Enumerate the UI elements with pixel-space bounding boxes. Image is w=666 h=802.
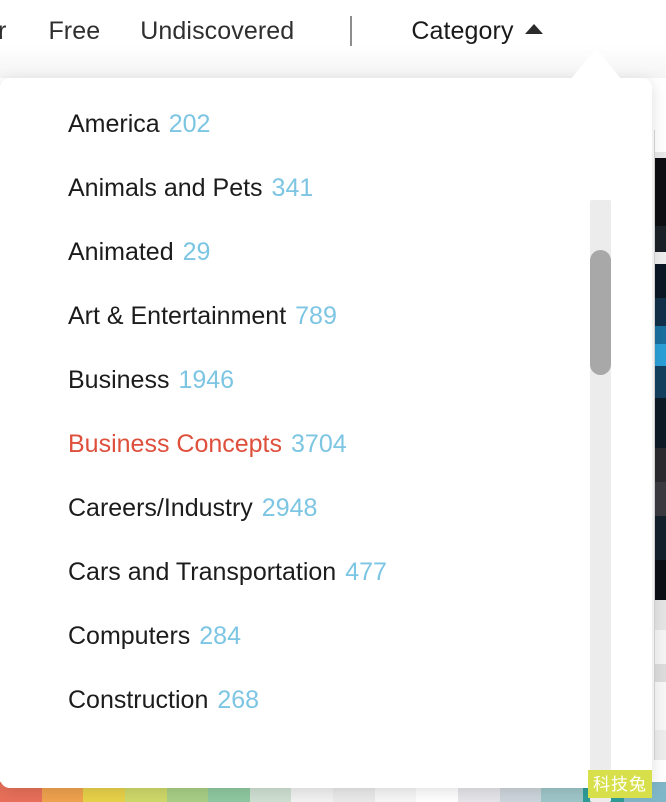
category-item-label: Business: [68, 365, 170, 394]
category-item-label: Art & Entertainment: [68, 301, 287, 330]
background-strip-divider: [654, 130, 655, 760]
category-dropdown-panel: America 202 Animals and Pets 341 Animated 29 A…: [0, 78, 652, 802]
tab-divider: [350, 16, 353, 46]
watermark-text: 科技兔: [593, 774, 647, 794]
category-list-item[interactable]: Animated 29: [0, 220, 652, 284]
category-list-item[interactable]: Computers 284: [0, 604, 652, 668]
filter-tab-category[interactable]: Category: [411, 16, 543, 45]
filter-tab-ar[interactable]: ar: [0, 18, 6, 44]
dropdown-notch-icon: [571, 48, 621, 79]
category-list-item[interactable]: America 202: [0, 92, 652, 156]
category-item-count: 3704: [291, 429, 347, 458]
category-item-label: Animals and Pets: [68, 173, 263, 202]
category-item-count: 1946: [178, 365, 235, 394]
background-thumbnail-strip: [654, 130, 666, 760]
category-item-count: 341: [271, 173, 314, 202]
category-list-item[interactable]: Animals and Pets 341: [0, 156, 652, 220]
category-list-item[interactable]: Art & Entertainment 789: [0, 284, 652, 348]
screen-root: ar Free Undiscovered Category America 202 Ani…: [0, 0, 666, 802]
filter-topbar: ar Free Undiscovered Category: [0, 0, 666, 78]
filter-tabs: ar Free Undiscovered Category: [0, 0, 543, 62]
category-item-label: Construction: [68, 685, 209, 714]
category-list-item[interactable]: Business Concepts 3704: [0, 412, 652, 476]
category-item-label: Computers: [68, 621, 191, 650]
category-list-item[interactable]: Careers/Industry 2948: [0, 476, 652, 540]
caret-up-icon: [524, 24, 543, 34]
category-item-count: 202: [168, 109, 211, 138]
watermark-badge: 科技兔: [588, 770, 652, 798]
category-item-count: 2948: [261, 493, 318, 522]
category-list-viewport[interactable]: America 202 Animals and Pets 341 Animated 29 A…: [0, 78, 652, 730]
category-item-label: Animated: [68, 237, 174, 266]
category-list-item[interactable]: Construction 268: [0, 668, 652, 730]
category-item-count: 29: [182, 237, 211, 266]
category-item-count: 477: [345, 557, 387, 586]
filter-tab-free[interactable]: Free: [48, 18, 100, 44]
category-list: America 202 Animals and Pets 341 Animated 29 A…: [0, 92, 652, 730]
category-list-item[interactable]: Cars and Transportation 477: [0, 540, 652, 604]
filter-tab-undiscovered[interactable]: Undiscovered: [140, 18, 294, 44]
category-item-count: 284: [199, 621, 241, 650]
category-item-count: 268: [217, 685, 260, 714]
category-item-label: Careers/Industry: [68, 493, 253, 522]
filter-tab-category-label: Category: [411, 16, 514, 45]
scrollbar-track[interactable]: [590, 200, 611, 802]
category-item-label: Business Concepts: [68, 429, 283, 458]
category-list-item[interactable]: Business 1946: [0, 348, 652, 412]
category-item-count: 789: [295, 301, 337, 330]
scrollbar-thumb[interactable]: [590, 250, 611, 375]
category-item-label: America: [68, 109, 160, 138]
category-item-label: Cars and Transportation: [68, 557, 337, 586]
